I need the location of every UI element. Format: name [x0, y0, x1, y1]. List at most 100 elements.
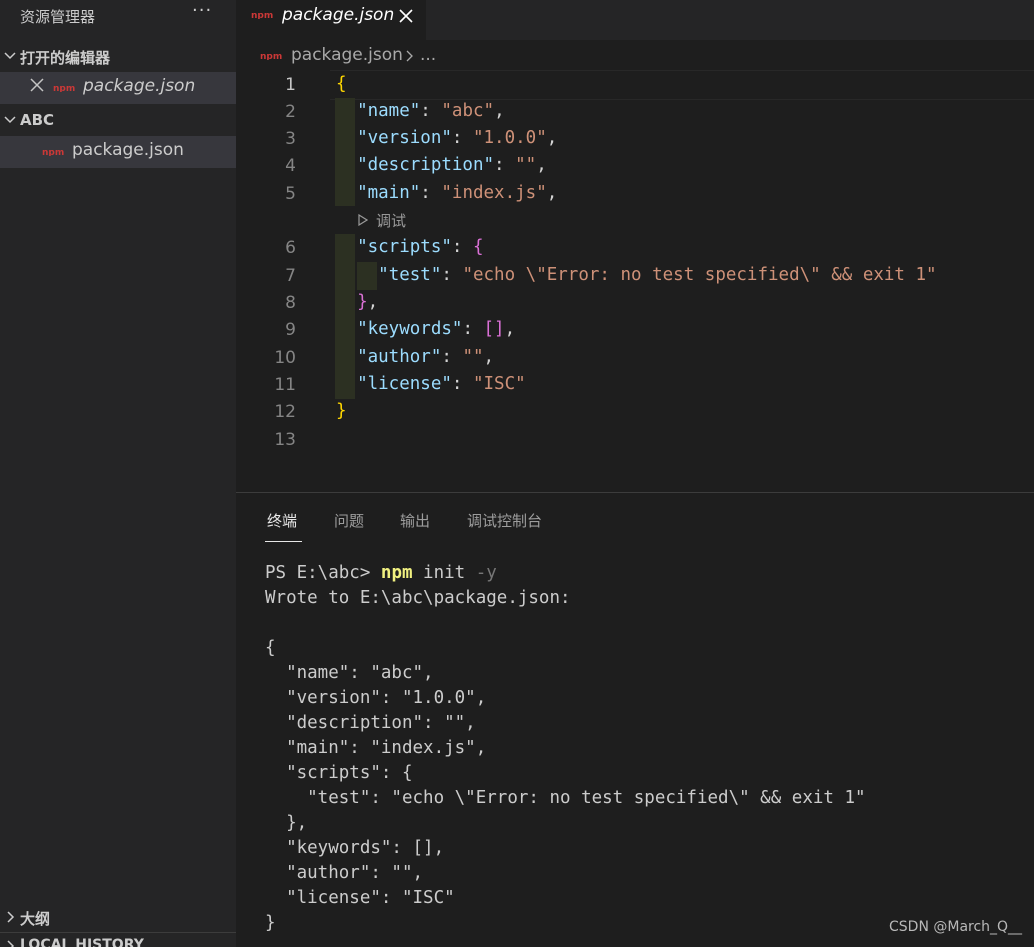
more-actions-icon[interactable]: ···	[192, 0, 212, 21]
json-key: "author"	[357, 347, 442, 367]
line-number: 13	[274, 430, 296, 450]
local-history-header[interactable]: LOCAL HISTORY	[0, 935, 236, 947]
json-key: "test"	[378, 265, 442, 285]
svg-text:npm: npm	[53, 84, 75, 92]
line-number: 9	[285, 320, 296, 340]
chevron-right-icon	[7, 911, 15, 923]
breadcrumb-file[interactable]: package.json	[291, 45, 403, 65]
chevron-down-icon	[4, 116, 16, 124]
tab-debug-console[interactable]: 调试控制台	[467, 510, 542, 531]
terminal-command-flag: -y	[475, 563, 497, 583]
folder-abc-header[interactable]: ABC	[0, 109, 236, 135]
play-icon	[358, 214, 368, 226]
terminal-output-line: "main": "index.js",	[265, 738, 487, 758]
terminal-output-line: {	[265, 638, 276, 658]
chevron-right-icon	[406, 50, 413, 62]
line-number: 6	[285, 238, 296, 258]
code-line-10[interactable]: "author": "",	[336, 347, 494, 367]
tab-output[interactable]: 输出	[400, 510, 430, 531]
code-line-1[interactable]: {	[336, 74, 347, 94]
line-number: 1	[285, 75, 296, 95]
line-number: 8	[285, 293, 296, 313]
close-icon[interactable]	[30, 78, 44, 92]
open-editor-item[interactable]: npm package.json	[0, 72, 236, 104]
close-icon[interactable]	[399, 9, 413, 23]
bracket: []	[483, 319, 505, 339]
codelens-label: 调试	[376, 212, 407, 230]
json-key: "main"	[357, 183, 421, 203]
json-value: "index.js"	[441, 183, 547, 203]
terminal-output-line: "test": "echo \"Error: no test specified…	[265, 788, 866, 808]
json-key: "keywords"	[357, 319, 463, 339]
svg-text:npm: npm	[42, 148, 64, 156]
terminal-output-line: "version": "1.0.0",	[265, 688, 487, 708]
line-number: 2	[285, 102, 296, 122]
code-line-7[interactable]: "test": "echo \"Error: no test specified…	[336, 265, 937, 285]
json-key: "license"	[357, 374, 452, 394]
json-key: "version"	[357, 128, 452, 148]
code-line-5[interactable]: "main": "index.js",	[336, 183, 557, 203]
brace: }	[336, 401, 347, 421]
line-number: 11	[274, 375, 296, 395]
local-history-label: LOCAL HISTORY	[20, 937, 144, 947]
breadcrumb-more[interactable]: ...	[420, 45, 436, 65]
terminal-output-line: "name": "abc",	[265, 663, 434, 683]
code-line-3[interactable]: "version": "1.0.0",	[336, 128, 557, 148]
tab-package-json[interactable]: npm package.json	[236, 0, 426, 40]
line-number: 3	[285, 129, 296, 149]
json-value: ""	[462, 347, 484, 367]
terminal-output-line: "license": "ISC"	[265, 888, 455, 908]
terminal-prompt: PS E:\abc>	[265, 563, 381, 583]
json-value: "echo \"Error: no test specified\" && ex…	[462, 265, 937, 285]
outline-label: 大纲	[20, 910, 51, 928]
terminal-command-arg: init	[412, 563, 476, 583]
line-number: 4	[285, 156, 296, 176]
code-line-9[interactable]: "keywords": [],	[336, 319, 515, 339]
brace: {	[336, 74, 347, 94]
breadcrumb: npm package.json ...	[236, 44, 1034, 68]
chevron-right-icon	[7, 940, 15, 947]
svg-text:npm: npm	[251, 11, 273, 19]
json-key: "name"	[357, 101, 421, 121]
code-line-4[interactable]: "description": "",	[336, 155, 547, 175]
npm-icon: npm	[251, 10, 273, 19]
npm-icon: npm	[42, 147, 64, 156]
line-number: 10	[274, 348, 296, 368]
file-tree-filename: package.json	[72, 140, 184, 160]
outline-header[interactable]: 大纲	[0, 906, 236, 932]
open-editors-header[interactable]: 打开的编辑器	[0, 45, 236, 71]
json-value: "1.0.0"	[472, 128, 547, 148]
file-tree-item-package-json[interactable]: npm package.json	[0, 136, 236, 168]
active-tab-underline	[265, 541, 302, 542]
terminal-output-line: Wrote to E:\abc\package.json:	[265, 588, 571, 608]
tab-label: package.json	[282, 5, 395, 25]
terminal-output-line: "description": "",	[265, 713, 476, 733]
npm-icon: npm	[53, 83, 75, 92]
explorer-sidebar: 资源管理器 ··· 打开的编辑器 npm package.json ABC np…	[0, 0, 236, 947]
explorer-title: 资源管理器	[20, 8, 96, 26]
json-value: ""	[515, 155, 537, 175]
open-editors-label: 打开的编辑器	[20, 49, 111, 67]
json-key: "description"	[357, 155, 495, 175]
open-editor-filename: package.json	[83, 76, 196, 96]
panel-divider	[236, 492, 1034, 493]
terminal-prompt-line[interactable]: PS E:\abc> npm init -y	[265, 563, 497, 583]
code-line-2[interactable]: "name": "abc",	[336, 101, 505, 121]
tab-problems[interactable]: 问题	[334, 510, 364, 531]
section-divider	[0, 932, 236, 933]
code-line-12[interactable]: }	[336, 401, 347, 421]
terminal-output-line: "scripts": {	[265, 763, 413, 783]
json-value: "ISC"	[472, 374, 526, 394]
terminal-command: npm	[380, 563, 413, 583]
code-line-8[interactable]: },	[336, 292, 378, 312]
tab-terminal[interactable]: 终端	[267, 510, 297, 531]
code-line-11[interactable]: "license": "ISC"	[336, 374, 526, 394]
line-number: 5	[285, 184, 296, 204]
json-value: "abc"	[441, 101, 495, 121]
json-key: "scripts"	[357, 237, 452, 257]
npm-icon: npm	[260, 51, 282, 60]
code-line-6[interactable]: "scripts": {	[336, 237, 483, 257]
chevron-down-icon	[4, 52, 16, 60]
brace: }	[357, 292, 368, 312]
svg-text:npm: npm	[260, 52, 282, 60]
